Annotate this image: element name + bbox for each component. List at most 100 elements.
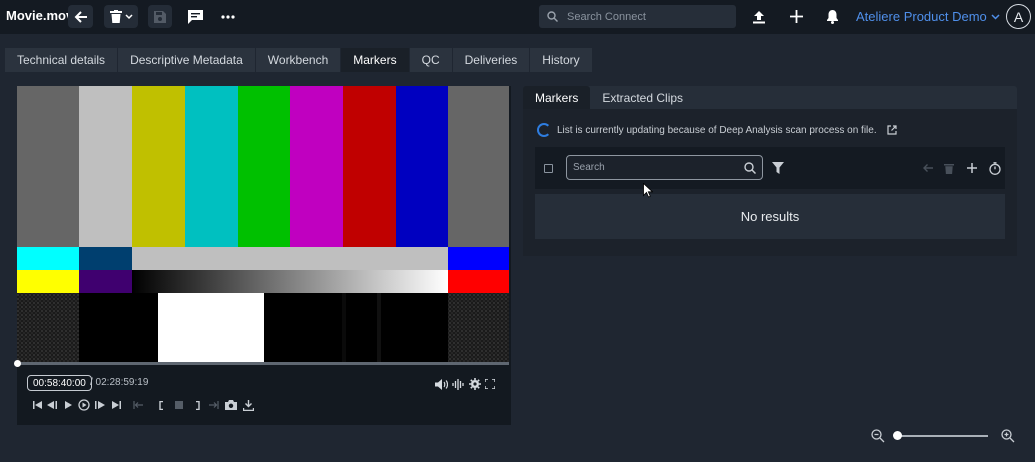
waveform-icon — [452, 378, 464, 390]
scan-notice-text: List is currently updating because of De… — [557, 124, 877, 136]
go-to-start-button[interactable] — [30, 397, 44, 413]
tab-workbench[interactable]: Workbench — [255, 48, 342, 72]
markers-search[interactable] — [566, 155, 763, 180]
smpte-color-bars — [17, 86, 509, 362]
tab-technical-details[interactable]: Technical details — [5, 48, 119, 72]
markers-panel-tabs: Markers Extracted Clips — [523, 86, 695, 109]
comment-icon — [187, 9, 203, 24]
zoom-slider-handle[interactable] — [893, 431, 902, 440]
fullscreen-icon — [485, 379, 495, 389]
tab-history[interactable]: History — [530, 48, 593, 72]
select-all-checkbox[interactable] — [544, 164, 553, 173]
go-to-end-button[interactable] — [108, 397, 124, 413]
tab-markers[interactable]: Markers — [341, 48, 410, 72]
video-player: 00:58:40:00 / 02:28:59:19 — [14, 86, 511, 425]
player-settings-controls — [435, 376, 495, 392]
go-to-out-point-button[interactable] — [206, 397, 222, 413]
stopwatch-icon — [989, 161, 1001, 175]
upload-button[interactable] — [749, 5, 769, 28]
global-search-input[interactable] — [567, 10, 727, 23]
markers-panel: Markers Extracted Clips List is currentl… — [523, 86, 1017, 256]
plus-icon — [789, 10, 803, 23]
transport-controls — [30, 397, 256, 413]
bell-icon — [826, 10, 838, 24]
global-search[interactable] — [539, 5, 736, 28]
step-back-button[interactable] — [44, 397, 60, 413]
filter-icon — [772, 162, 784, 174]
markers-toolbar — [535, 147, 1005, 189]
empty-state: No results — [535, 194, 1005, 239]
playhead-handle[interactable] — [14, 360, 21, 367]
current-timecode[interactable]: 00:58:40:00 — [27, 375, 92, 391]
go-to-out-icon — [209, 401, 219, 409]
mark-in-button[interactable] — [152, 397, 170, 413]
save-button[interactable] — [148, 5, 172, 28]
external-link-icon[interactable] — [887, 125, 897, 135]
go-to-marker-button[interactable] — [920, 161, 934, 175]
chevron-down-icon — [991, 13, 1000, 20]
stop-square-icon — [175, 401, 183, 409]
comments-button[interactable] — [183, 5, 207, 28]
markers-panel-body: List is currently updating because of De… — [523, 109, 1017, 256]
upload-icon — [753, 10, 765, 23]
step-forward-icon — [95, 401, 105, 409]
skip-to-start-icon — [32, 401, 42, 409]
arrow-left-icon — [922, 164, 933, 172]
go-to-in-icon — [133, 401, 143, 409]
trash-icon — [109, 10, 122, 23]
fullscreen-button[interactable] — [485, 376, 495, 392]
plus-icon — [967, 163, 977, 173]
clear-marks-button[interactable] — [170, 397, 188, 413]
settings-button[interactable] — [469, 376, 481, 392]
scan-notice: List is currently updating because of De… — [537, 123, 897, 137]
back-button[interactable] — [68, 5, 93, 28]
snapshot-button[interactable] — [222, 397, 240, 413]
zoom-slider-track[interactable] — [896, 435, 988, 437]
step-back-icon — [47, 401, 57, 409]
user-avatar[interactable]: A — [1006, 4, 1031, 29]
play-button[interactable] — [60, 397, 76, 413]
add-button[interactable] — [786, 5, 806, 28]
total-duration: / 02:28:59:19 — [90, 377, 149, 388]
asset-tabs: Technical details Descriptive Metadata W… — [5, 48, 593, 72]
organization-name: Ateliere Product Demo — [856, 9, 987, 24]
tab-descriptive-metadata[interactable]: Descriptive Metadata — [118, 48, 256, 72]
chevron-down-icon — [124, 13, 133, 19]
delete-menu-button[interactable] — [104, 5, 138, 28]
tab-extracted-clips[interactable]: Extracted Clips — [590, 86, 695, 109]
delete-marker-button[interactable] — [942, 161, 956, 175]
go-to-in-point-button[interactable] — [124, 397, 152, 413]
playback-timeline[interactable] — [14, 360, 509, 367]
step-forward-button[interactable] — [92, 397, 108, 413]
tab-deliveries[interactable]: Deliveries — [452, 48, 531, 72]
mark-out-button[interactable] — [188, 397, 206, 413]
volume-button[interactable] — [435, 376, 448, 392]
top-bar: Movie.mov Ateliere Product Demo A — [0, 0, 1035, 34]
audio-waveform-button[interactable] — [452, 376, 465, 392]
add-marker-button[interactable] — [965, 161, 979, 175]
organization-switcher[interactable]: Ateliere Product Demo — [856, 9, 1000, 24]
zoom-in-icon[interactable] — [1001, 429, 1015, 443]
tab-markers-list[interactable]: Markers — [523, 86, 591, 109]
trash-icon — [944, 163, 954, 174]
download-icon — [242, 399, 254, 411]
notifications-button[interactable] — [822, 5, 842, 28]
search-icon — [547, 11, 558, 22]
download-frame-button[interactable] — [240, 397, 256, 413]
markers-search-input[interactable] — [573, 162, 744, 173]
timer-button[interactable] — [988, 161, 1002, 175]
file-title: Movie.mov — [6, 8, 74, 23]
video-frame[interactable] — [17, 86, 509, 362]
more-options-button[interactable] — [217, 5, 239, 28]
filter-button[interactable] — [771, 161, 785, 175]
floppy-disk-icon — [154, 10, 166, 23]
search-icon[interactable] — [744, 161, 756, 174]
play-selection-button[interactable] — [76, 397, 92, 413]
bracket-left-icon — [158, 400, 163, 410]
zoom-out-icon[interactable] — [871, 429, 885, 443]
tab-qc[interactable]: QC — [409, 48, 453, 72]
play-icon — [64, 401, 72, 409]
bracket-right-icon — [195, 400, 200, 410]
loading-spinner-icon — [537, 123, 551, 137]
volume-icon — [435, 378, 448, 390]
